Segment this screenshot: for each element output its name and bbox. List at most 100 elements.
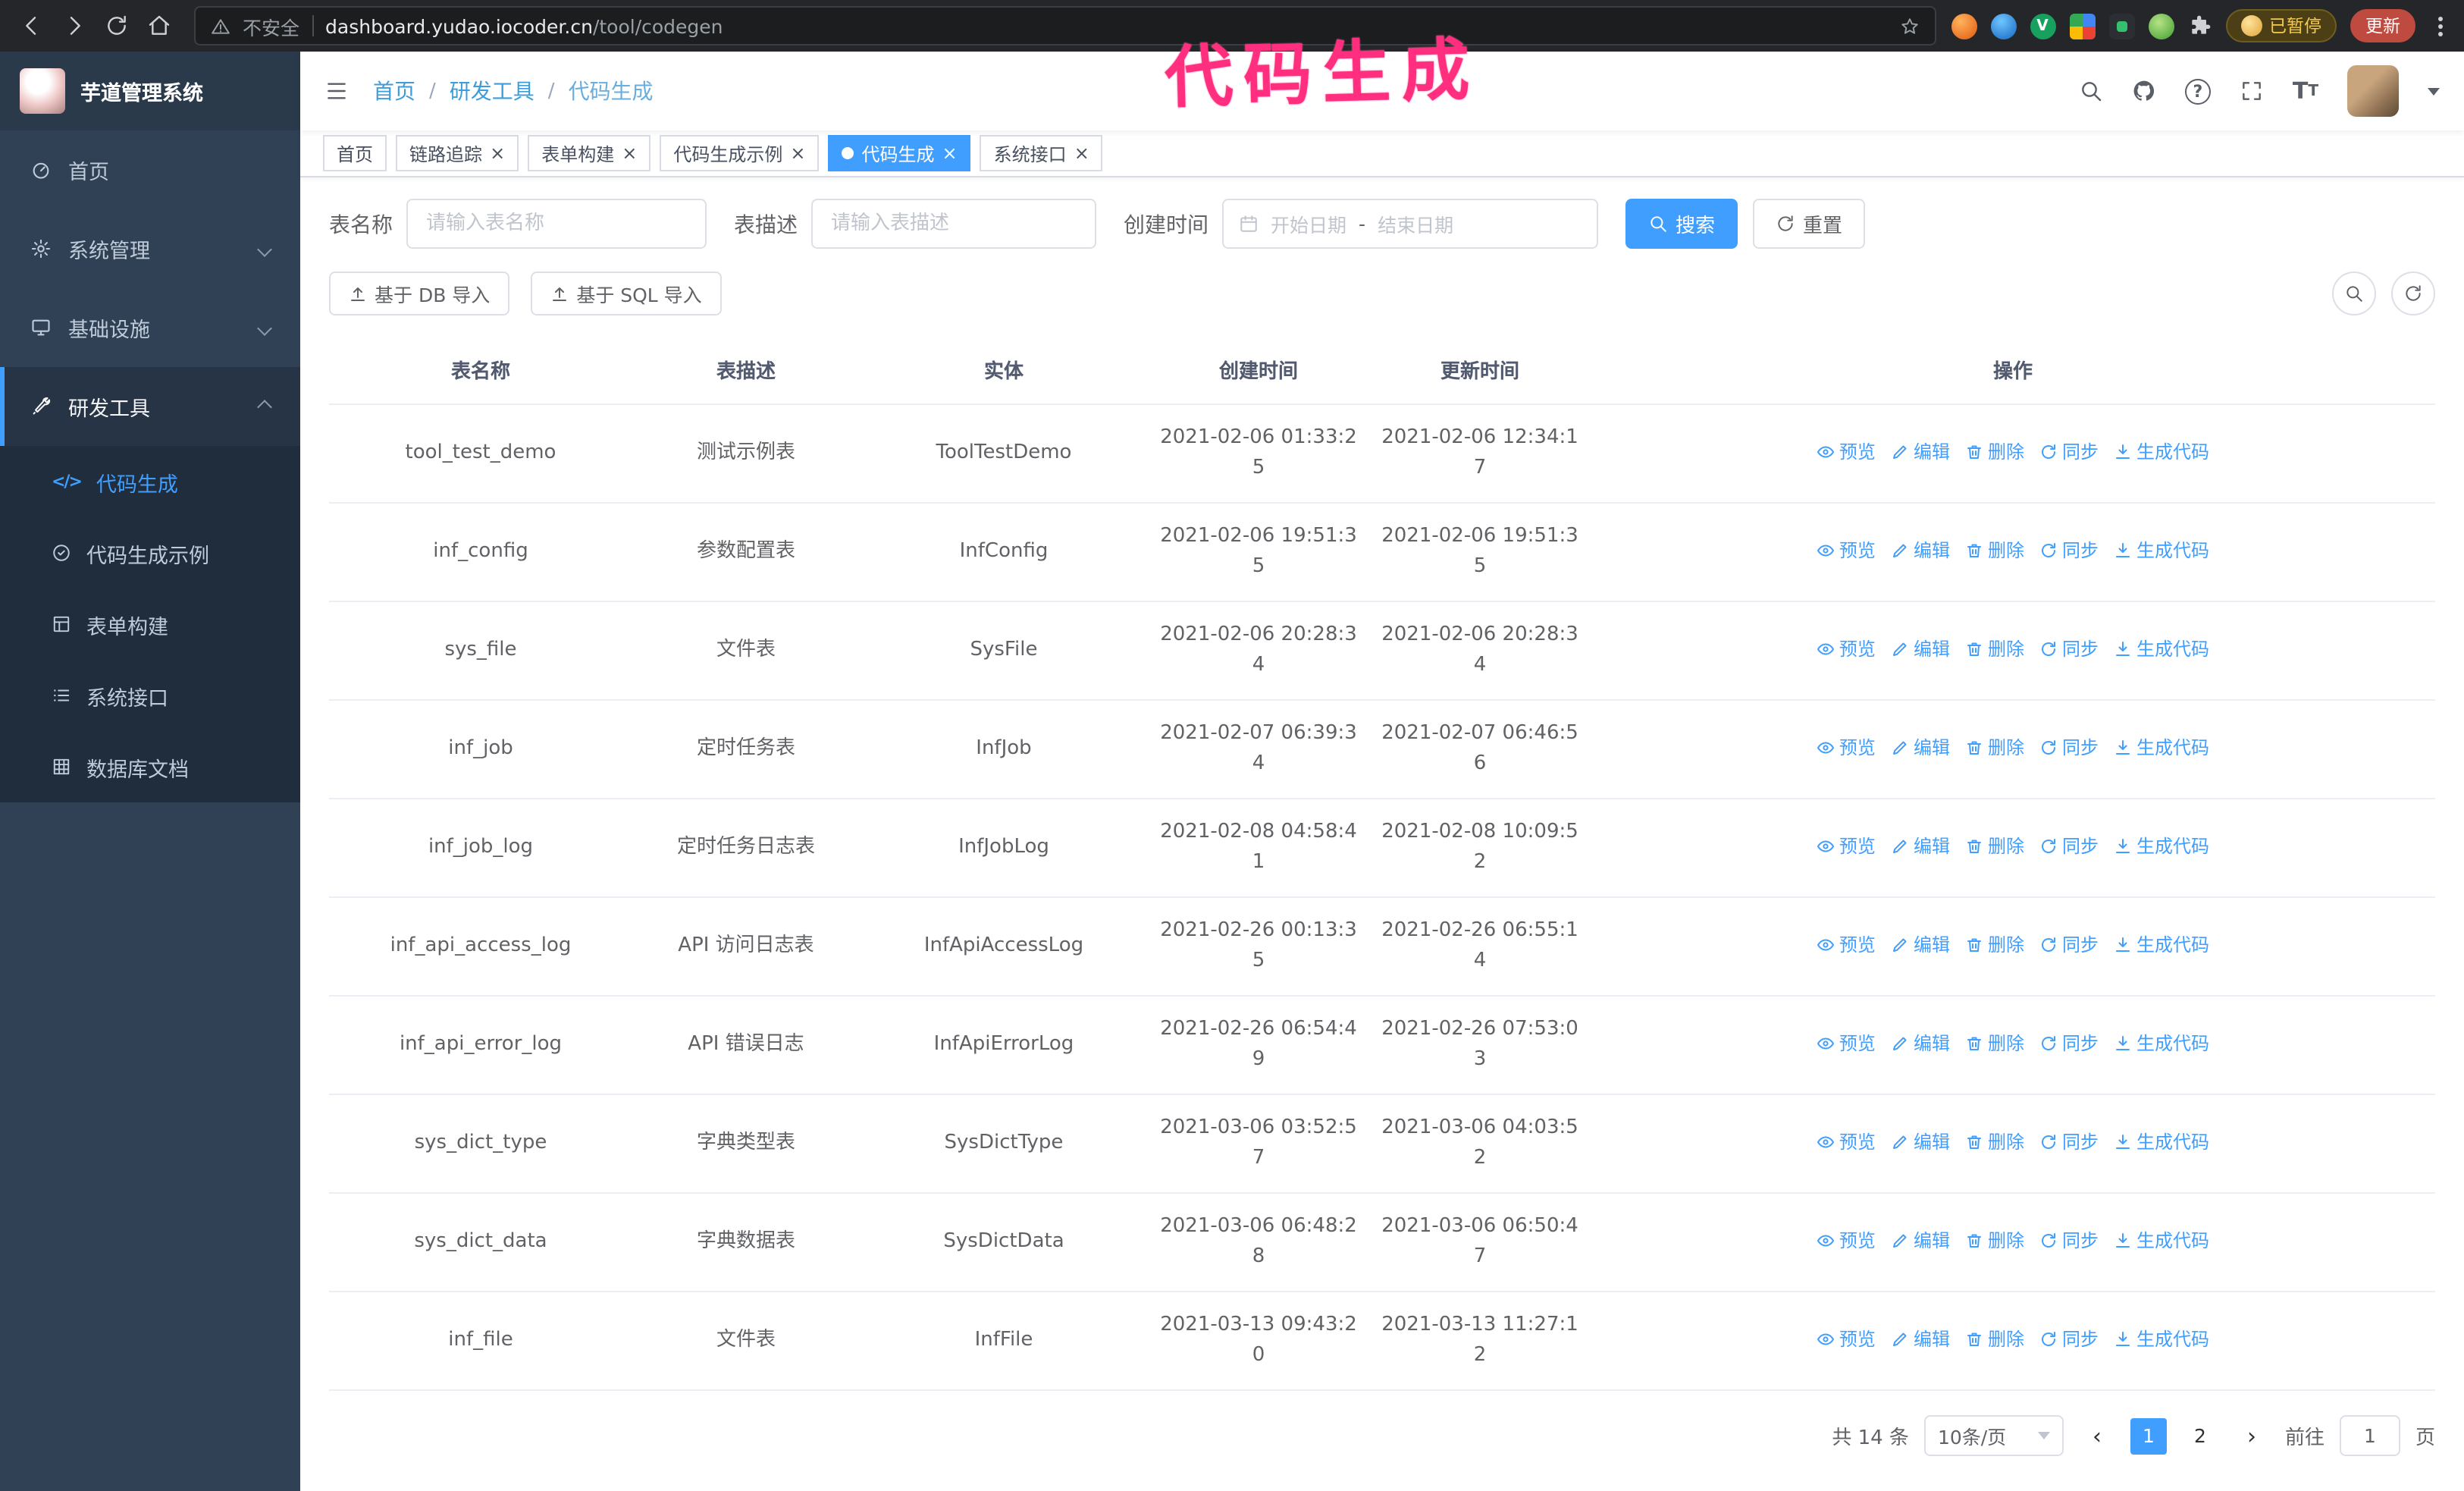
sidebar-item-db-docs[interactable]: 数据库文档: [0, 731, 300, 802]
preview-link[interactable]: 预览: [1817, 1028, 1876, 1058]
sync-link[interactable]: 同步: [2039, 929, 2099, 959]
sidebar-item-codegen-example[interactable]: 代码生成示例: [0, 517, 300, 589]
delete-link[interactable]: 删除: [1965, 1126, 2024, 1157]
back-button[interactable]: [12, 6, 52, 46]
preview-link[interactable]: 预览: [1817, 929, 1876, 959]
tab-codegen-example[interactable]: 代码生成示例 ×: [660, 135, 820, 171]
edit-link[interactable]: 编辑: [1891, 1225, 1950, 1255]
edit-link[interactable]: 编辑: [1891, 1028, 1950, 1058]
sidebar-item-form-builder[interactable]: 表单构建: [0, 589, 300, 660]
search-button[interactable]: 搜索: [1625, 199, 1738, 249]
edit-link[interactable]: 编辑: [1891, 436, 1950, 466]
sync-link[interactable]: 同步: [2039, 1225, 2099, 1255]
delete-link[interactable]: 删除: [1965, 436, 2024, 466]
table-desc-input[interactable]: [811, 199, 1096, 249]
close-icon[interactable]: ×: [942, 144, 958, 162]
close-icon[interactable]: ×: [790, 144, 805, 162]
help-icon[interactable]: ?: [2184, 78, 2211, 104]
page-size-select[interactable]: 10条/页: [1923, 1415, 2064, 1456]
browser-menu-icon[interactable]: [2429, 16, 2452, 36]
puzzle-extensions-icon[interactable]: [2187, 14, 2212, 38]
generate-code-link[interactable]: 生成代码: [2114, 830, 2209, 861]
security-warning-icon[interactable]: [211, 16, 230, 36]
generate-code-link[interactable]: 生成代码: [2114, 436, 2209, 466]
user-avatar[interactable]: [2347, 65, 2399, 117]
preview-link[interactable]: 预览: [1817, 732, 1876, 762]
sidebar-item-infra[interactable]: 基础设施: [0, 288, 300, 367]
delete-link[interactable]: 删除: [1965, 1323, 2024, 1354]
extension-icon-5[interactable]: [2108, 13, 2134, 39]
import-db-button[interactable]: 基于 DB 导入: [329, 272, 510, 315]
sync-link[interactable]: 同步: [2039, 830, 2099, 861]
preview-link[interactable]: 预览: [1817, 436, 1876, 466]
tab-tracing[interactable]: 链路追踪 ×: [396, 135, 519, 171]
delete-link[interactable]: 删除: [1965, 535, 2024, 565]
avatar-caret-icon[interactable]: [2428, 87, 2440, 95]
chrome-update-button[interactable]: 更新: [2350, 9, 2415, 42]
extension-icon-6[interactable]: [2148, 13, 2174, 39]
preview-link[interactable]: 预览: [1817, 830, 1876, 861]
sync-link[interactable]: 同步: [2039, 1126, 2099, 1157]
generate-code-link[interactable]: 生成代码: [2114, 732, 2209, 762]
edit-link[interactable]: 编辑: [1891, 633, 1950, 664]
edit-link[interactable]: 编辑: [1891, 732, 1950, 762]
generate-code-link[interactable]: 生成代码: [2114, 633, 2209, 664]
sidebar-logo[interactable]: 芋道管理系统: [0, 52, 300, 130]
edit-link[interactable]: 编辑: [1891, 830, 1950, 861]
sidebar-item-system-api[interactable]: 系统接口: [0, 660, 300, 731]
prev-page-button[interactable]: ‹: [2079, 1417, 2115, 1454]
page-button-1[interactable]: 1: [2130, 1417, 2167, 1454]
github-icon[interactable]: [2132, 79, 2156, 103]
close-icon[interactable]: ×: [1074, 144, 1089, 162]
generate-code-link[interactable]: 生成代码: [2114, 535, 2209, 565]
close-icon[interactable]: ×: [490, 144, 505, 162]
preview-link[interactable]: 预览: [1817, 535, 1876, 565]
generate-code-link[interactable]: 生成代码: [2114, 1126, 2209, 1157]
sync-link[interactable]: 同步: [2039, 1028, 2099, 1058]
generate-code-link[interactable]: 生成代码: [2114, 1323, 2209, 1354]
sidebar-item-system[interactable]: 系统管理: [0, 209, 300, 288]
edit-link[interactable]: 编辑: [1891, 1323, 1950, 1354]
sync-link[interactable]: 同步: [2039, 1323, 2099, 1354]
page-button-2[interactable]: 2: [2182, 1417, 2218, 1454]
breadcrumb-home[interactable]: 首页: [373, 76, 415, 106]
profile-paused-chip[interactable]: 已暂停: [2225, 9, 2337, 42]
search-icon[interactable]: [2079, 79, 2103, 103]
delete-link[interactable]: 删除: [1965, 1028, 2024, 1058]
breadcrumb-devtools[interactable]: 研发工具: [450, 76, 534, 106]
address-bar[interactable]: 不安全 dashboard.yudao.iocoder.cn/tool/code…: [194, 6, 1936, 46]
home-button[interactable]: [140, 6, 179, 46]
bookmark-star-icon[interactable]: [1899, 16, 1919, 36]
reset-button[interactable]: 重置: [1753, 199, 1866, 249]
delete-link[interactable]: 删除: [1965, 1225, 2024, 1255]
toggle-search-button[interactable]: [2332, 272, 2376, 315]
delete-link[interactable]: 删除: [1965, 830, 2024, 861]
edit-link[interactable]: 编辑: [1891, 535, 1950, 565]
preview-link[interactable]: 预览: [1817, 1323, 1876, 1354]
generate-code-link[interactable]: 生成代码: [2114, 929, 2209, 959]
extension-icon-3[interactable]: V: [2030, 13, 2055, 39]
font-size-icon[interactable]: TT: [2293, 77, 2318, 105]
tab-form-builder[interactable]: 表单构建 ×: [528, 135, 651, 171]
extension-icon-2[interactable]: [1990, 13, 2016, 39]
import-sql-button[interactable]: 基于 SQL 导入: [531, 272, 722, 315]
reload-button[interactable]: [97, 6, 136, 46]
fullscreen-icon[interactable]: [2240, 79, 2264, 103]
preview-link[interactable]: 预览: [1817, 633, 1876, 664]
tab-codegen[interactable]: 代码生成 ×: [828, 135, 971, 171]
tab-home[interactable]: 首页: [323, 135, 387, 171]
sync-link[interactable]: 同步: [2039, 436, 2099, 466]
generate-code-link[interactable]: 生成代码: [2114, 1225, 2209, 1255]
edit-link[interactable]: 编辑: [1891, 1126, 1950, 1157]
sidebar-item-codegen[interactable]: </> 代码生成: [0, 446, 300, 517]
sidebar-item-home[interactable]: 首页: [0, 130, 300, 209]
preview-link[interactable]: 预览: [1817, 1126, 1876, 1157]
next-page-button[interactable]: ›: [2234, 1417, 2270, 1454]
tab-system-api[interactable]: 系统接口 ×: [980, 135, 1103, 171]
extension-icon-1[interactable]: [1951, 13, 1977, 39]
date-range-picker[interactable]: 开始日期 - 结束日期: [1222, 199, 1598, 249]
forward-button[interactable]: [55, 6, 94, 46]
delete-link[interactable]: 删除: [1965, 633, 2024, 664]
delete-link[interactable]: 删除: [1965, 929, 2024, 959]
sidebar-toggle-icon[interactable]: [324, 79, 349, 103]
